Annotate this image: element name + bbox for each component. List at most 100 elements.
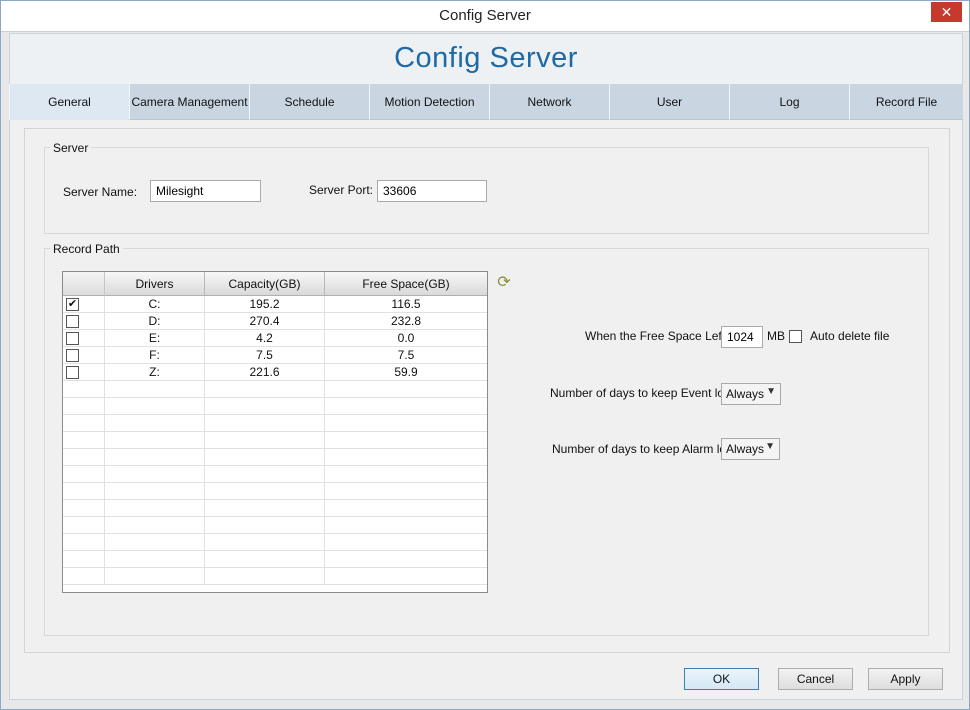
empty-cell <box>63 500 105 517</box>
free-space-input[interactable]: 1024 <box>721 326 763 348</box>
alarm-log-select[interactable]: Always ▼ <box>721 438 780 460</box>
row-select-cell <box>63 347 105 364</box>
drives-grid: Drivers Capacity(GB) Free Space(GB) ✔ C: 1… <box>62 271 488 593</box>
empty-cell <box>105 381 205 398</box>
row-select-cell <box>63 313 105 330</box>
tab-bar: General Camera Management Schedule Motio… <box>9 84 963 120</box>
empty-row <box>63 381 487 398</box>
empty-cell <box>63 517 105 534</box>
free-space-label: When the Free Space Left: <box>585 329 729 343</box>
capacity-cell: 7.5 <box>205 347 325 364</box>
tab-record-file[interactable]: Record File <box>849 84 963 120</box>
empty-cell <box>205 432 325 449</box>
empty-cell <box>325 551 487 568</box>
driver-cell: Z: <box>105 364 205 381</box>
empty-cell <box>205 534 325 551</box>
column-header-free-space[interactable]: Free Space(GB) <box>325 272 487 296</box>
free-space-cell: 232.8 <box>390 314 422 328</box>
empty-cell <box>205 568 325 585</box>
row-select-cell <box>63 364 105 381</box>
empty-cell <box>105 449 205 466</box>
drive-checkbox[interactable]: ✔ <box>66 298 79 311</box>
close-icon[interactable]: ✕ <box>931 2 962 22</box>
row-select-cell <box>63 330 105 347</box>
capacity-cell: 221.6 <box>205 364 325 381</box>
column-header-capacity[interactable]: Capacity(GB) <box>205 272 325 296</box>
server-name-input[interactable]: Milesight <box>150 180 261 202</box>
empty-cell <box>325 517 487 534</box>
title-bar: Config Server ✕ <box>1 1 969 32</box>
empty-cell <box>325 534 487 551</box>
empty-cell <box>105 466 205 483</box>
drive-checkbox[interactable] <box>66 366 79 379</box>
empty-cell <box>325 500 487 517</box>
empty-cell <box>105 398 205 415</box>
server-name-label: Server Name: <box>63 185 138 199</box>
drive-checkbox[interactable] <box>66 349 79 362</box>
empty-cell <box>325 568 487 585</box>
table-row[interactable]: D: 270.4 232.8 <box>63 313 487 330</box>
server-port-label: Server Port: <box>309 183 374 197</box>
tab-log[interactable]: Log <box>729 84 849 120</box>
apply-button[interactable]: Apply <box>868 668 943 690</box>
auto-delete-checkbox[interactable] <box>789 330 802 343</box>
tab-schedule[interactable]: Schedule <box>249 84 369 120</box>
empty-row <box>63 432 487 449</box>
empty-cell <box>105 517 205 534</box>
tab-general[interactable]: General <box>9 84 129 120</box>
grid-header-gutter <box>63 272 105 296</box>
free-space-cell: 0.0 <box>397 331 415 345</box>
empty-cell <box>105 432 205 449</box>
driver-cell: D: <box>105 313 205 330</box>
empty-cell <box>325 466 487 483</box>
free-space-cell: 7.5 <box>397 348 415 362</box>
event-log-value: Always <box>726 387 765 401</box>
column-header-drivers[interactable]: Drivers <box>105 272 205 296</box>
grid-header: Drivers Capacity(GB) Free Space(GB) <box>63 272 487 296</box>
cancel-button[interactable]: Cancel <box>778 668 853 690</box>
row-select-cell: ✔ <box>63 296 105 313</box>
refresh-icon[interactable]: ⟳ <box>495 274 513 292</box>
empty-row <box>63 568 487 585</box>
table-row[interactable]: Z: 221.6 59.9 <box>63 364 487 381</box>
empty-cell <box>205 483 325 500</box>
alarm-log-label: Number of days to keep Alarm log: <box>552 442 737 456</box>
empty-cell <box>105 415 205 432</box>
empty-cell <box>63 568 105 585</box>
empty-cell <box>63 449 105 466</box>
empty-cell <box>105 568 205 585</box>
empty-cell <box>63 398 105 415</box>
empty-cell <box>63 534 105 551</box>
grid-body: ✔ C: 195.2 116.5 D: 270.4 232.8 E: 4.2 0.0 F: 7.5 7.… <box>63 296 487 592</box>
empty-cell <box>205 551 325 568</box>
auto-delete-label: Auto delete file <box>810 329 890 343</box>
empty-row <box>63 551 487 568</box>
empty-row <box>63 534 487 551</box>
drive-checkbox[interactable] <box>66 332 79 345</box>
table-row[interactable]: E: 4.2 0.0 <box>63 330 487 347</box>
empty-cell <box>205 398 325 415</box>
tab-network[interactable]: Network <box>489 84 609 120</box>
empty-cell <box>205 466 325 483</box>
table-row[interactable]: ✔ C: 195.2 116.5 <box>63 296 487 313</box>
event-log-select[interactable]: Always ▼ <box>721 383 781 405</box>
driver-cell: E: <box>105 330 205 347</box>
empty-row <box>63 483 487 500</box>
table-row[interactable]: F: 7.5 7.5 <box>63 347 487 364</box>
empty-row <box>63 466 487 483</box>
tab-motion-detection[interactable]: Motion Detection <box>369 84 489 120</box>
empty-cell <box>63 466 105 483</box>
tab-user[interactable]: User <box>609 84 729 120</box>
ok-button[interactable]: OK <box>684 668 759 690</box>
server-port-input[interactable]: 33606 <box>377 180 487 202</box>
free-space-cell: 116.5 <box>391 297 421 311</box>
drive-checkbox[interactable] <box>66 315 79 328</box>
empty-cell <box>325 449 487 466</box>
tab-camera-management[interactable]: Camera Management <box>129 84 249 120</box>
empty-cell <box>325 398 487 415</box>
empty-cell <box>63 415 105 432</box>
chevron-down-icon: ▼ <box>766 386 776 397</box>
driver-cell: C: <box>105 296 205 313</box>
empty-row <box>63 449 487 466</box>
empty-cell <box>63 381 105 398</box>
